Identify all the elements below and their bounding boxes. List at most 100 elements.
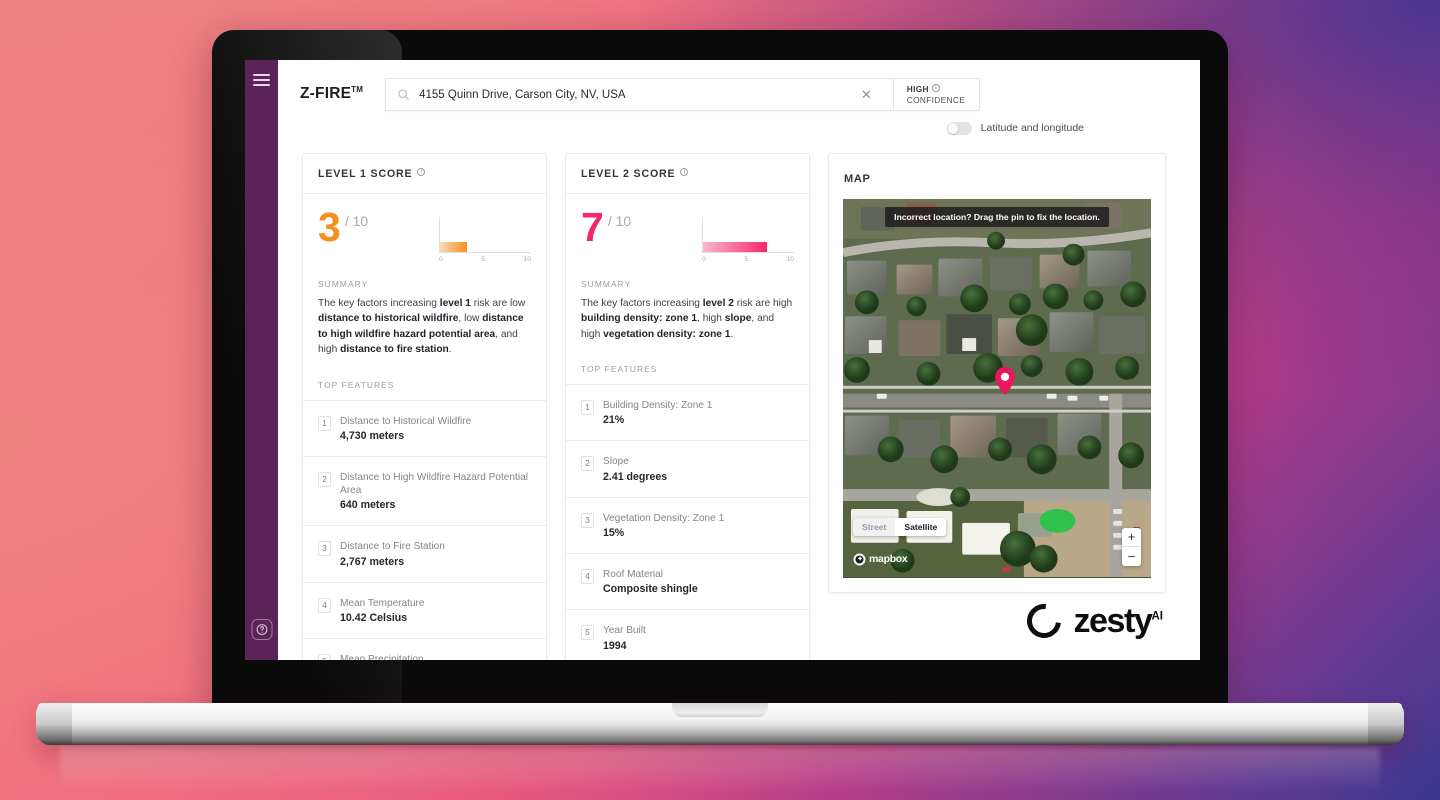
- level-1-gauge-ticks: 0 5 10: [439, 256, 531, 263]
- map-viewport[interactable]: Incorrect location? Drag the pin to fix …: [843, 199, 1151, 578]
- level-2-summary-label: SUMMARY: [581, 279, 794, 289]
- confidence-badge: HIGH i CONFIDENCE: [893, 79, 979, 110]
- feature-name: Slope: [603, 455, 667, 468]
- latlong-toggle-switch[interactable]: [947, 122, 972, 135]
- level-2-title: LEVEL 2 SCORE: [581, 168, 675, 180]
- summary-text: .: [449, 344, 452, 355]
- level-1-summary-label: SUMMARY: [318, 279, 531, 289]
- feature-value: 10.42 Celsius: [340, 612, 425, 624]
- tick-label: 0: [702, 256, 706, 263]
- info-circle-icon[interactable]: i: [932, 84, 940, 92]
- brand-name: Z-FIRE: [300, 86, 351, 103]
- feature-row: 5Year Built1994: [566, 610, 809, 660]
- laptop-base-notch: [672, 703, 768, 717]
- feature-rank-badge: 5: [318, 654, 331, 660]
- feature-row: 5 Mean Precipitation8.32 inches: [303, 639, 546, 660]
- feature-text: Slope 2.41 degrees: [603, 455, 667, 482]
- top-bar: Z-FIRETM ✕: [278, 60, 1200, 135]
- level-2-features-label: TOP FEATURES: [566, 342, 809, 384]
- level-2-card-body: 7 / 10 0 5: [566, 194, 809, 343]
- feature-rank-badge: 4: [318, 598, 331, 613]
- feature-value: Composite shingle: [603, 583, 698, 595]
- info-circle-icon[interactable]: i: [417, 168, 425, 176]
- summary-text: , high: [697, 313, 725, 324]
- feature-text: Roof Material Composite shingle: [603, 568, 698, 595]
- laptop-reflection: [60, 748, 1380, 800]
- feature-rank-badge: 1: [581, 400, 594, 415]
- summary-text: risk are high: [734, 298, 792, 309]
- zestyai-logo: zestyAI: [1027, 604, 1163, 638]
- feature-row: 1Distance to Historical Wildfire4,730 me…: [303, 401, 546, 457]
- latlong-toggle-row: Latitude and longitude: [300, 111, 1176, 135]
- feature-row: 2 Slope 2.41 degrees: [566, 441, 809, 497]
- feature-value: 640 meters: [340, 499, 531, 511]
- feature-text: Mean Precipitation8.32 inches: [340, 653, 424, 660]
- level-1-card-header: LEVEL 1 SCORE i: [303, 154, 546, 194]
- level-2-score-number: 7: [581, 210, 603, 245]
- feature-name: Roof Material: [603, 568, 698, 581]
- level-2-features-list: 1Building Density: Zone 121%2Slope2.41 d…: [566, 384, 809, 660]
- summary-emphasis: level 1: [440, 298, 471, 309]
- help-circle-icon[interactable]: [251, 619, 272, 640]
- mapbox-logo-icon: [853, 553, 866, 566]
- level-1-gauge-chart: 0 5 10: [439, 217, 531, 263]
- feature-name: Building Density: Zone 1: [603, 399, 712, 412]
- level-1-score-denominator: / 10: [345, 213, 368, 229]
- feature-rank-badge: 4: [581, 569, 594, 584]
- feature-text: Mean Temperature 10.42 Celsius: [340, 597, 425, 624]
- summary-emphasis: vegetation density: zone 1: [603, 329, 730, 340]
- cards-row: LEVEL 1 SCORE i 3 / 10: [278, 135, 1200, 661]
- zestyai-mark-icon: [1021, 597, 1069, 645]
- laptop-base-left-cap: [36, 703, 72, 745]
- feature-name: Mean Temperature: [340, 597, 425, 610]
- map-zoom-out-button[interactable]: −: [1122, 547, 1141, 566]
- feature-text: Distance to High Wildfire Hazard Potenti…: [340, 471, 531, 512]
- summary-emphasis: building density: zone 1: [581, 313, 697, 324]
- map-zoom-in-button[interactable]: +: [1122, 528, 1141, 547]
- summary-text: The key factors increasing: [318, 298, 440, 309]
- feature-name: Vegetation Density: Zone 1: [603, 512, 724, 525]
- feature-rank-badge: 3: [581, 513, 594, 528]
- summary-emphasis: slope: [725, 313, 752, 324]
- address-search-input[interactable]: [419, 89, 840, 101]
- hamburger-menu-icon[interactable]: [253, 74, 270, 86]
- level-1-score-value: 3 / 10: [318, 210, 368, 245]
- tick-label: 5: [744, 256, 748, 263]
- tick-label: 10: [787, 256, 794, 263]
- map-pin-icon[interactable]: [995, 367, 1015, 395]
- laptop-mockup: Z-FIRETM ✕: [0, 0, 1440, 800]
- tick-label: 5: [481, 256, 485, 263]
- summary-text: , low: [458, 313, 482, 324]
- level-1-score-number: 3: [318, 210, 340, 245]
- feature-text: Distance to Fire Station2,767 meters: [340, 540, 445, 567]
- feature-rank-badge: 2: [581, 456, 594, 471]
- map-style-street[interactable]: Street: [853, 518, 895, 536]
- level-1-gauge-bar: [440, 242, 467, 252]
- map-style-satellite[interactable]: Satellite: [895, 518, 946, 536]
- feature-rank-badge: 1: [318, 416, 331, 431]
- feature-row: 4 Mean Temperature 10.42 Celsius: [303, 583, 546, 639]
- feature-row: 2Distance to High Wildfire Hazard Potent…: [303, 457, 546, 527]
- summary-text: risk are low: [471, 298, 525, 309]
- feature-text: Vegetation Density: Zone 115%: [603, 512, 724, 539]
- level-1-card-body: 3 / 10 0 5: [303, 194, 546, 358]
- feature-value: 2.41 degrees: [603, 471, 667, 483]
- level-1-summary-text: The key factors increasing level 1 risk …: [318, 296, 531, 358]
- info-circle-icon[interactable]: i: [680, 168, 688, 176]
- level-2-gauge-plot: [702, 217, 794, 253]
- level-1-features-list: 1Distance to Historical Wildfire4,730 me…: [303, 400, 546, 661]
- mapbox-attribution[interactable]: mapbox: [853, 553, 907, 566]
- clear-search-icon[interactable]: ✕: [849, 88, 884, 101]
- feature-rank-badge: 3: [318, 541, 331, 556]
- level-1-title: LEVEL 1 SCORE: [318, 168, 412, 180]
- feature-value: 1994: [603, 640, 646, 652]
- confidence-level: HIGH: [907, 84, 929, 94]
- summary-emphasis: distance to fire station: [340, 344, 449, 355]
- summary-text: .: [730, 329, 733, 340]
- sidebar: [245, 60, 278, 660]
- level-2-gauge-chart: 0 5 10: [702, 217, 794, 263]
- level-2-card-header: LEVEL 2 SCORE i: [566, 154, 809, 194]
- feature-value: 4,730 meters: [340, 430, 471, 442]
- level-2-gauge-ticks: 0 5 10: [702, 256, 794, 263]
- map-style-switcher: Street Satellite: [853, 518, 946, 536]
